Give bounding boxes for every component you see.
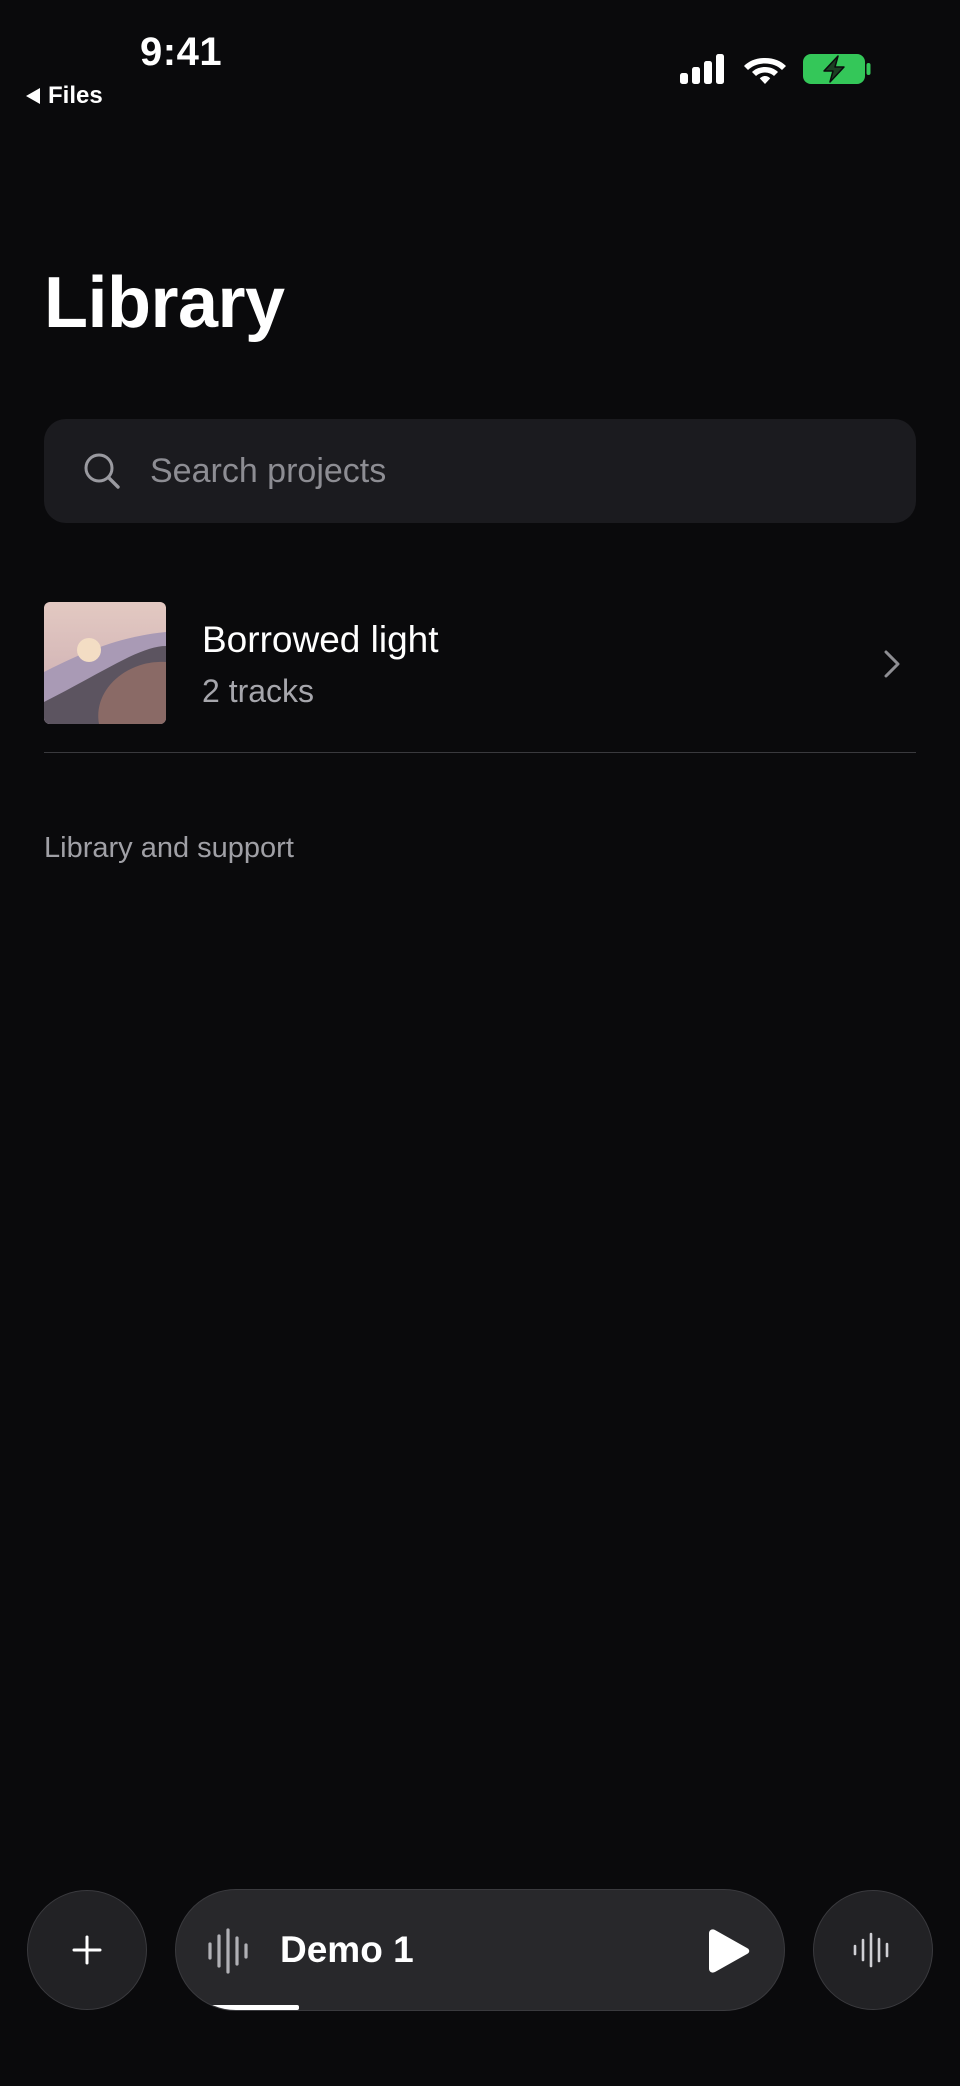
- status-icons: [678, 52, 872, 86]
- back-to-files-button[interactable]: Files: [26, 82, 103, 110]
- status-time: 9:41: [140, 30, 223, 74]
- now-playing-title: Demo 1: [280, 1929, 414, 1970]
- search-bar[interactable]: [44, 419, 916, 523]
- project-row[interactable]: Borrowed light 2 tracks: [44, 602, 916, 753]
- back-label: Files: [48, 82, 103, 109]
- waveform-icon: [208, 1928, 248, 1974]
- project-track-count: 2 tracks: [202, 673, 315, 709]
- plus-icon: [72, 1935, 102, 1965]
- project-title: Borrowed light: [202, 619, 439, 660]
- play-button[interactable]: [704, 1924, 754, 1978]
- search-icon: [84, 453, 120, 489]
- play-icon: [709, 1929, 750, 1973]
- project-text: Borrowed light 2 tracks: [202, 618, 439, 712]
- waveform-button[interactable]: [813, 1890, 933, 2010]
- waveform-icon: [853, 1932, 889, 1968]
- back-triangle-icon: [26, 88, 40, 104]
- chevron-right-icon: [884, 650, 900, 678]
- page-title: Library: [44, 263, 285, 343]
- library-and-support-link[interactable]: Library and support: [44, 832, 294, 865]
- wifi-icon: [744, 58, 786, 84]
- search-input[interactable]: [148, 450, 892, 492]
- cellular-signal-icon: [680, 54, 724, 84]
- playback-progress-fill: [206, 2005, 300, 2010]
- project-artwork: [44, 602, 166, 724]
- add-button[interactable]: [27, 1890, 147, 2010]
- mini-player[interactable]: Demo 1: [175, 1889, 785, 2011]
- battery-charging-icon: [803, 54, 871, 84]
- playback-progress[interactable]: [206, 2005, 754, 2010]
